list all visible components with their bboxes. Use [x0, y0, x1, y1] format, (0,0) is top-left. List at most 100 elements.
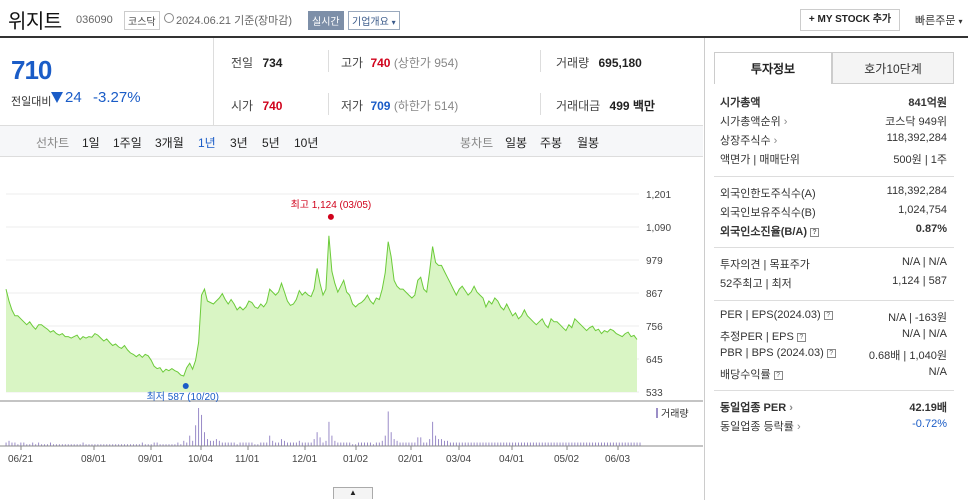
- volume-bar: [479, 442, 481, 446]
- panel-divider: [714, 247, 954, 248]
- divider: [328, 93, 329, 115]
- period-3y[interactable]: 3년: [230, 134, 248, 151]
- x-tick-label: 06/21: [8, 454, 33, 465]
- volume-bar: [346, 442, 348, 446]
- volume-bar: [491, 442, 493, 446]
- volume-bar: [195, 425, 197, 446]
- volume-bar: [141, 442, 143, 446]
- stat-low-value: 709: [370, 99, 391, 113]
- volume-bar: [538, 442, 540, 446]
- candle-daily[interactable]: 일봉: [505, 134, 527, 151]
- volume-bar: [571, 442, 573, 446]
- volume-bar: [639, 442, 641, 446]
- volume-bar: [20, 442, 22, 446]
- volume-bar: [245, 442, 247, 446]
- volume-bar: [618, 442, 620, 446]
- period-5y[interactable]: 5년: [262, 134, 280, 151]
- volume-bar: [287, 442, 288, 446]
- info-value: 841억원: [908, 97, 947, 109]
- volume-bar: [384, 435, 386, 446]
- chevron-right-icon[interactable]: ›: [786, 402, 793, 414]
- period-1w[interactable]: 1주일: [113, 134, 142, 151]
- info-label-text: 외국인소진율(B/A): [720, 226, 807, 238]
- chevron-right-icon[interactable]: ›: [794, 421, 801, 433]
- volume-bar: [8, 440, 10, 446]
- chevron-right-icon[interactable]: ›: [771, 135, 778, 147]
- volume-bar: [367, 442, 368, 446]
- info-value: 118,392,284: [886, 132, 947, 144]
- volume-bar: [627, 442, 629, 446]
- volume-bar: [319, 437, 321, 446]
- volume-bar: [343, 442, 345, 446]
- tab-invest-info[interactable]: 투자정보: [714, 52, 832, 84]
- info-value: 500원 | 1주: [893, 154, 947, 166]
- company-info-button[interactable]: 기업개요 ▾: [348, 11, 400, 30]
- volume-bar: [328, 421, 330, 446]
- volume-bar: [375, 442, 377, 446]
- volume-bar: [606, 442, 608, 446]
- market-badge: 코스닥: [124, 11, 160, 30]
- volume-bar: [500, 442, 502, 446]
- volume-bar: [423, 442, 425, 446]
- period-10y[interactable]: 10년: [294, 134, 318, 151]
- volume-bar: [289, 442, 291, 446]
- add-mystock-button[interactable]: + MY STOCK 추가: [800, 9, 900, 31]
- y-tick-label: 867: [646, 289, 663, 300]
- info-label: 외국인보유주식수(B): [720, 204, 816, 220]
- volume-bar: [393, 439, 395, 446]
- low-marker: [182, 382, 189, 389]
- volume-bar: [189, 435, 191, 446]
- volume-bar: [378, 442, 380, 446]
- x-tick-label: 10/04: [188, 454, 213, 465]
- stat-amount-value: 499 백만: [609, 99, 655, 113]
- info-label-text: 외국인한도주식수(A): [720, 188, 816, 200]
- volume-bar: [529, 442, 531, 446]
- volume-bar: [630, 442, 632, 446]
- volume-bar: [541, 442, 543, 446]
- info-label-text: 상장주식수: [720, 135, 771, 147]
- quick-order-label: 빠른주문: [915, 15, 956, 27]
- line-chart-label: 선차트: [36, 136, 70, 150]
- volume-legend: 거래량: [661, 408, 689, 420]
- upper-limit: (상한가 954): [393, 56, 459, 70]
- volume-bar: [212, 440, 214, 446]
- info-label-text: 투자의견 | 목표주가: [720, 259, 810, 271]
- volume-bar: [556, 442, 558, 446]
- volume-bar: [183, 440, 185, 446]
- realtime-badge[interactable]: 실시간: [308, 11, 344, 30]
- volume-bar: [156, 442, 158, 446]
- volume-bar: [227, 442, 229, 446]
- candle-monthly[interactable]: 월봉: [577, 134, 599, 151]
- chevron-right-icon[interactable]: ›: [781, 116, 788, 128]
- stat-low-label: 저가: [341, 99, 364, 113]
- volume-bar: [476, 442, 478, 446]
- collapse-chart-button[interactable]: ▲: [333, 487, 373, 499]
- info-label-text: 동일업종 PER: [720, 402, 787, 414]
- stat-open-value: 740: [262, 99, 283, 113]
- volume-bar: [447, 440, 448, 446]
- info-value: 0.87%: [915, 223, 947, 235]
- price-chart[interactable]: 1,201 1,090 979 867 756 645 533 06/21 08/01 09/0…: [0, 180, 703, 487]
- volume-bar: [467, 442, 469, 446]
- period-1y[interactable]: 1년: [198, 134, 216, 151]
- panel-divider: [714, 300, 954, 301]
- period-1d[interactable]: 1일: [82, 134, 100, 151]
- volume-bar: [535, 442, 537, 446]
- stat-high-value: 740: [370, 56, 391, 70]
- volume-bar: [242, 442, 244, 446]
- quick-order-button[interactable]: 빠른주문 ▾: [915, 12, 963, 28]
- volume-legend-swatch: [656, 408, 658, 418]
- volume-bar: [580, 442, 582, 446]
- volume-bar: [494, 442, 496, 446]
- volume-bar: [215, 439, 217, 446]
- help-icon[interactable]: ?: [796, 332, 806, 342]
- volume-bar: [310, 442, 312, 446]
- volume-bar: [621, 442, 623, 446]
- period-3m[interactable]: 3개월: [155, 134, 184, 151]
- candle-weekly[interactable]: 주봉: [540, 134, 562, 151]
- volume-bar: [550, 442, 552, 446]
- help-icon[interactable]: ?: [773, 370, 783, 380]
- tab-orderbook[interactable]: 호가10단계: [832, 52, 954, 84]
- volume-bar: [402, 442, 404, 446]
- info-value: N/A | -163원: [888, 312, 947, 324]
